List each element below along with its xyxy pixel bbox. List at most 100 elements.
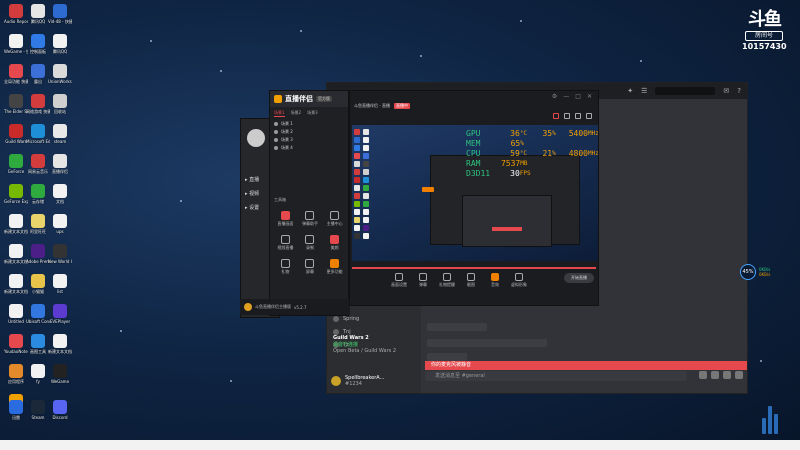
user-panel[interactable]: SpellbreakerA... #1234 [331, 375, 384, 387]
desktop-icon[interactable]: 新建文本文档 [48, 334, 72, 354]
desktop-icon[interactable]: GeForce Experience [4, 184, 28, 204]
desktop-icon[interactable]: 网络游戏 快捷方式 [26, 94, 50, 114]
desktop-icon-label: fy [36, 379, 40, 384]
camera-icon[interactable] [564, 113, 570, 119]
close-icon[interactable]: ✕ [587, 93, 592, 100]
desktop-icon[interactable]: WeGame - 快捷方式 [4, 34, 28, 54]
tool-button[interactable]: 更多功能 [323, 259, 346, 275]
layout-icon[interactable] [575, 113, 581, 119]
desktop-icon[interactable]: 阿里旺旺 [26, 214, 50, 234]
desktop-icon-label: 新建文本文档 (3) [4, 259, 28, 264]
scene-item[interactable]: 场景 1 [270, 120, 348, 128]
preview-tool-button[interactable]: 弹幕 [414, 273, 432, 288]
preview-tool-button[interactable]: 截图 [462, 273, 480, 288]
inbox-icon[interactable]: ✉ [723, 87, 729, 95]
desktop-icon[interactable]: list [48, 274, 72, 294]
hud-u3 [589, 159, 598, 169]
preview-tool-button[interactable]: 礼物提醒 [438, 273, 456, 288]
tab-scene-1[interactable]: 场景1 [274, 110, 285, 117]
desktop-icon[interactable]: 腾讯QQ [26, 4, 50, 24]
tool-button[interactable]: 美颜 [323, 235, 346, 251]
mini-icon [354, 201, 360, 207]
desktop-icon[interactable]: Discord [48, 400, 72, 420]
desktop-icon[interactable]: Untitled [4, 304, 28, 324]
desktop-icon[interactable]: 画图工具 [26, 334, 50, 354]
hud-v3 [562, 139, 589, 149]
message-input[interactable]: 发送消息至 #general [425, 371, 687, 381]
tool-logo: 直播伴侣 [285, 95, 313, 103]
desktop-icon[interactable]: fy [26, 364, 50, 384]
tab-scene-2[interactable]: 场景2 [291, 110, 302, 117]
desktop-icon[interactable]: 应用程序 [4, 364, 28, 384]
minimize-icon[interactable]: — [563, 93, 569, 100]
preview-tool-button[interactable]: 音效 [486, 273, 504, 288]
desktop-icon[interactable]: 新建文本文档 [4, 214, 28, 234]
desktop-icon[interactable]: New World Closed Beta [48, 244, 72, 264]
desktop-icon[interactable]: ups [48, 214, 72, 234]
desktop-icon[interactable]: 新建文本文档 (2) [4, 274, 28, 294]
help-icon[interactable]: ? [737, 87, 741, 95]
desktop-icon[interactable]: 迅雷 [4, 400, 28, 420]
app-icon [9, 4, 23, 18]
share-icon[interactable] [586, 113, 592, 119]
tool-button[interactable]: 屏幕 [299, 259, 322, 275]
scene-item[interactable]: 场景 3 [270, 136, 348, 144]
go-live-button[interactable]: 开始直播 [564, 273, 594, 283]
emoji-icon[interactable] [735, 371, 743, 379]
scene-item[interactable]: 场景 4 [270, 144, 348, 152]
desktop-icon[interactable]: 腾讯QQ [48, 34, 72, 54]
desktop-icon[interactable]: GeForce [4, 154, 28, 174]
gif-icon[interactable] [711, 371, 719, 379]
eye-icon[interactable] [274, 122, 278, 126]
desktop-icon[interactable]: Audio Reposit... [4, 4, 28, 24]
tool-button[interactable]: 直播画面 [274, 211, 297, 227]
desktop-icon[interactable]: EVEPlayer [48, 304, 72, 324]
desktop-icon[interactable]: 文档 [48, 184, 72, 204]
desktop-icon[interactable]: 直播伴侣 [48, 154, 72, 174]
desktop-icon[interactable]: Vid-48 - 快捷方式 [48, 4, 72, 24]
desktop-icon[interactable]: 全局功能 快捷方式 [4, 64, 28, 84]
pin-icon[interactable]: ✦ [627, 87, 633, 95]
desktop-icon[interactable]: 小猫猫 [26, 274, 50, 294]
desktop-icon[interactable]: YoudaoNote 快捷方式 [4, 334, 28, 354]
preview-tool-label: 截图 [467, 282, 475, 287]
record-icon[interactable] [553, 113, 559, 119]
desktop-icon[interactable]: The Elder Scrolls [4, 94, 28, 114]
desktop-icon[interactable]: UnionWorks 快捷方式 [48, 64, 72, 84]
desktop-icon[interactable]: 云存储 [26, 184, 50, 204]
desktop-icon[interactable]: 新建文本文档 (3) [4, 244, 28, 264]
maximize-icon[interactable]: □ [575, 93, 581, 100]
desktop-icon[interactable]: 控制面板 [26, 34, 50, 54]
settings-icon[interactable]: ⚙ [552, 93, 557, 100]
desktop-icon[interactable]: Steam [26, 400, 50, 420]
tool-button-label: 弹幕助手 [301, 221, 318, 226]
network-widget[interactable]: 45% 0KB/s 0KB/s [740, 264, 770, 280]
desktop-icon[interactable]: Guild Wars [4, 124, 28, 144]
desktop-icon[interactable]: 回收站 [48, 94, 72, 114]
tool-button[interactable]: 录制 [299, 235, 322, 251]
app-icon [53, 4, 67, 18]
discord-search[interactable] [655, 87, 716, 95]
desktop-icon[interactable]: Microsoft Edge [26, 124, 50, 144]
desktop-icon[interactable]: Adobe Premie... [26, 244, 50, 264]
gift-icon[interactable] [699, 371, 707, 379]
members-icon[interactable]: ☰ [641, 87, 647, 95]
eye-icon[interactable] [274, 130, 278, 134]
desktop-icon[interactable]: 露出 [26, 64, 50, 84]
tab-scene-3[interactable]: 场景3 [307, 110, 318, 117]
scene-item[interactable]: 场景 2 [270, 128, 348, 136]
tool-button[interactable]: 视频直播 [274, 235, 297, 251]
eye-icon[interactable] [274, 146, 278, 150]
hud-u3: MHz [587, 150, 598, 157]
sticker-icon[interactable] [723, 371, 731, 379]
preview-tool-button[interactable]: 画面设置 [390, 273, 408, 288]
desktop-icon[interactable]: Ubisoft Connect [26, 304, 50, 324]
tool-button[interactable]: 主播中心 [323, 211, 346, 227]
eye-icon[interactable] [274, 138, 278, 142]
desktop-icon[interactable]: WeGame [48, 364, 72, 384]
desktop-icon[interactable]: steam [48, 124, 72, 144]
preview-tool-button[interactable]: 虚拟形象 [510, 273, 528, 288]
tool-button[interactable]: 弹幕助手 [299, 211, 322, 227]
desktop-icon[interactable]: 网易云音乐 [26, 154, 50, 174]
tool-button[interactable]: 礼物 [274, 259, 297, 275]
